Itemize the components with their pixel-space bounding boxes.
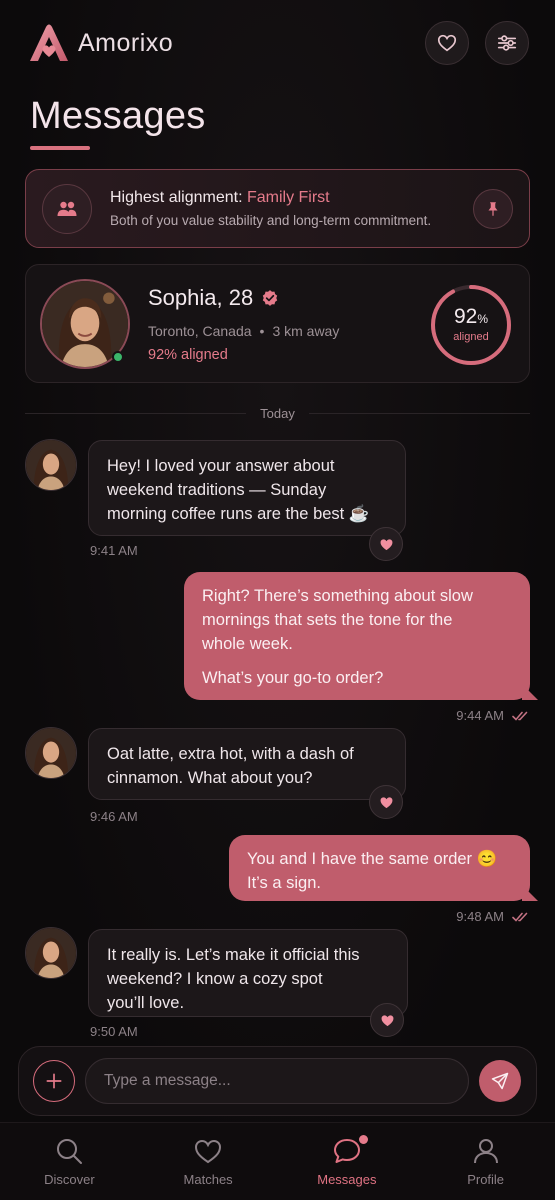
top-bar: Amorixo: [26, 18, 529, 68]
date-divider-label: Today: [260, 405, 295, 421]
pin-icon: [488, 201, 498, 216]
message-line: Hey! I loved your answer about: [107, 457, 335, 475]
message-line: It really is. Let’s make it official thi…: [107, 946, 360, 964]
verified-badge-icon: [263, 289, 278, 306]
alignment-value: 92: [453, 305, 478, 328]
sender-avatar[interactable]: [25, 439, 77, 491]
banner-icon-wrap: [42, 183, 92, 234]
pin-button[interactable]: [473, 188, 513, 229]
plus-icon: [46, 1073, 62, 1089]
nav-label: Profile: [467, 1172, 505, 1187]
message-timestamp: 9:41 AM: [90, 543, 138, 558]
banner-value: Family First: [246, 189, 330, 206]
message-timestamp: 9:46 AM: [90, 809, 138, 824]
alignment-label: aligned: [453, 331, 489, 343]
profile-name-row: Sophia, 28: [148, 285, 339, 311]
alignment-score: 92% aligned: [429, 283, 513, 367]
avatar[interactable]: [40, 278, 130, 369]
app-screen: Amorixo Messages Highest alignment: Fami…: [0, 0, 555, 1200]
message-line: weekend traditions — Sunday: [107, 481, 327, 499]
message-meta: 9:44 AM: [456, 708, 530, 723]
message-meta: 9:48 AM: [456, 909, 530, 924]
profile-location: Toronto, Canada: [148, 322, 252, 339]
read-receipt-icon: [512, 711, 528, 721]
message-bubble-outgoing[interactable]: Right? There’s something about slow morn…: [184, 572, 530, 700]
like-reaction-button[interactable]: [369, 527, 403, 561]
send-button[interactable]: [479, 1060, 521, 1102]
message-line: What’s your go-to order?: [202, 669, 384, 687]
sender-avatar[interactable]: [25, 727, 77, 779]
message-timestamp: 9:48 AM: [456, 909, 504, 924]
message-timestamp: 9:44 AM: [456, 708, 504, 723]
nav-label: Matches: [183, 1172, 233, 1187]
like-reaction-button[interactable]: [369, 785, 403, 819]
nav-item-discover[interactable]: Discover: [0, 1123, 139, 1200]
profile-name: Sophia, 28: [148, 284, 254, 310]
nav-item-matches[interactable]: Matches: [139, 1123, 278, 1200]
message-bubble-incoming[interactable]: Hey! I loved your answer about weekend t…: [88, 440, 406, 536]
profile-location-row: Toronto, Canada • 3 km away: [148, 322, 340, 339]
message-timestamp: 9:50 AM: [90, 1024, 138, 1039]
message-line: whole week.: [202, 635, 293, 653]
search-icon: [57, 1139, 83, 1164]
heart-icon: [195, 1139, 222, 1164]
message-line: cinnamon. What about you?: [107, 769, 313, 787]
unread-badge: [358, 1135, 368, 1144]
profile-aligned-text: 92% aligned: [148, 346, 228, 363]
alignment-unit: %: [477, 312, 489, 326]
heart-icon: [437, 34, 457, 52]
chat-icon: [333, 1139, 360, 1163]
app-name: Amorixo: [78, 28, 174, 57]
message-line: It’s a sign.: [247, 874, 321, 892]
message-line: mornings that sets the tone for the: [202, 611, 453, 629]
match-profile-card[interactable]: Sophia, 28 Toronto, Canada • 3 km away 92%…: [25, 264, 530, 383]
attach-button[interactable]: [33, 1060, 75, 1102]
alignment-banner[interactable]: Highest alignment: Family First Both of …: [25, 169, 530, 248]
brand-logo: Amorixo: [26, 23, 173, 63]
send-icon: [491, 1072, 509, 1090]
online-status-dot: [112, 350, 124, 363]
profile-distance: 3 km away: [272, 322, 340, 339]
people-icon: [57, 201, 77, 216]
avatar-photo: [26, 728, 76, 778]
message-bubble-incoming[interactable]: It really is. Let’s make it official thi…: [88, 929, 408, 1017]
avatar-photo: [26, 440, 76, 490]
heart-icon: [381, 1014, 393, 1026]
nav-item-profile[interactable]: Profile: [416, 1123, 555, 1200]
message-line: Right? There’s something about slow: [202, 587, 473, 605]
user-icon: [473, 1139, 498, 1164]
page-title: Messages: [30, 95, 206, 137]
avatar-photo: [26, 928, 76, 978]
like-reaction-button[interactable]: [370, 1003, 404, 1037]
banner-description: Both of you value stability and long-ter…: [110, 213, 432, 228]
title-underline: [30, 146, 90, 150]
message-input[interactable]: [85, 1058, 469, 1104]
favorites-button[interactable]: [425, 21, 469, 65]
heart-icon: [380, 538, 392, 550]
sender-avatar[interactable]: [25, 927, 77, 979]
heart-icon: [380, 796, 392, 808]
bottom-navigation: Discover Matches Messages Profile: [0, 1122, 555, 1200]
read-receipt-icon: [512, 912, 528, 922]
logo-mark-icon: [30, 24, 68, 61]
message-line: morning coffee runs are the best ☕: [107, 505, 370, 523]
nav-label: Discover: [44, 1172, 95, 1187]
banner-prefix: Highest alignment:: [110, 189, 247, 206]
sliders-icon: [497, 35, 517, 51]
message-bubble-outgoing[interactable]: You and I have the same order 😊 It’s a s…: [229, 835, 530, 901]
banner-heading: Highest alignment: Family First: [110, 189, 473, 207]
nav-item-messages[interactable]: Messages: [278, 1123, 417, 1200]
filters-button[interactable]: [485, 21, 529, 65]
message-bubble-incoming[interactable]: Oat latte, extra hot, with a dash of cin…: [88, 728, 406, 800]
message-line: Oat latte, extra hot, with a dash of: [107, 745, 354, 763]
message-line: you’ll love.: [107, 994, 185, 1012]
date-divider: Today: [25, 404, 531, 422]
message-composer: [18, 1046, 537, 1116]
message-line: weekend? I know a cozy spot: [107, 970, 323, 988]
message-line: You and I have the same order 😊: [247, 850, 498, 868]
nav-label: Messages: [317, 1172, 377, 1187]
